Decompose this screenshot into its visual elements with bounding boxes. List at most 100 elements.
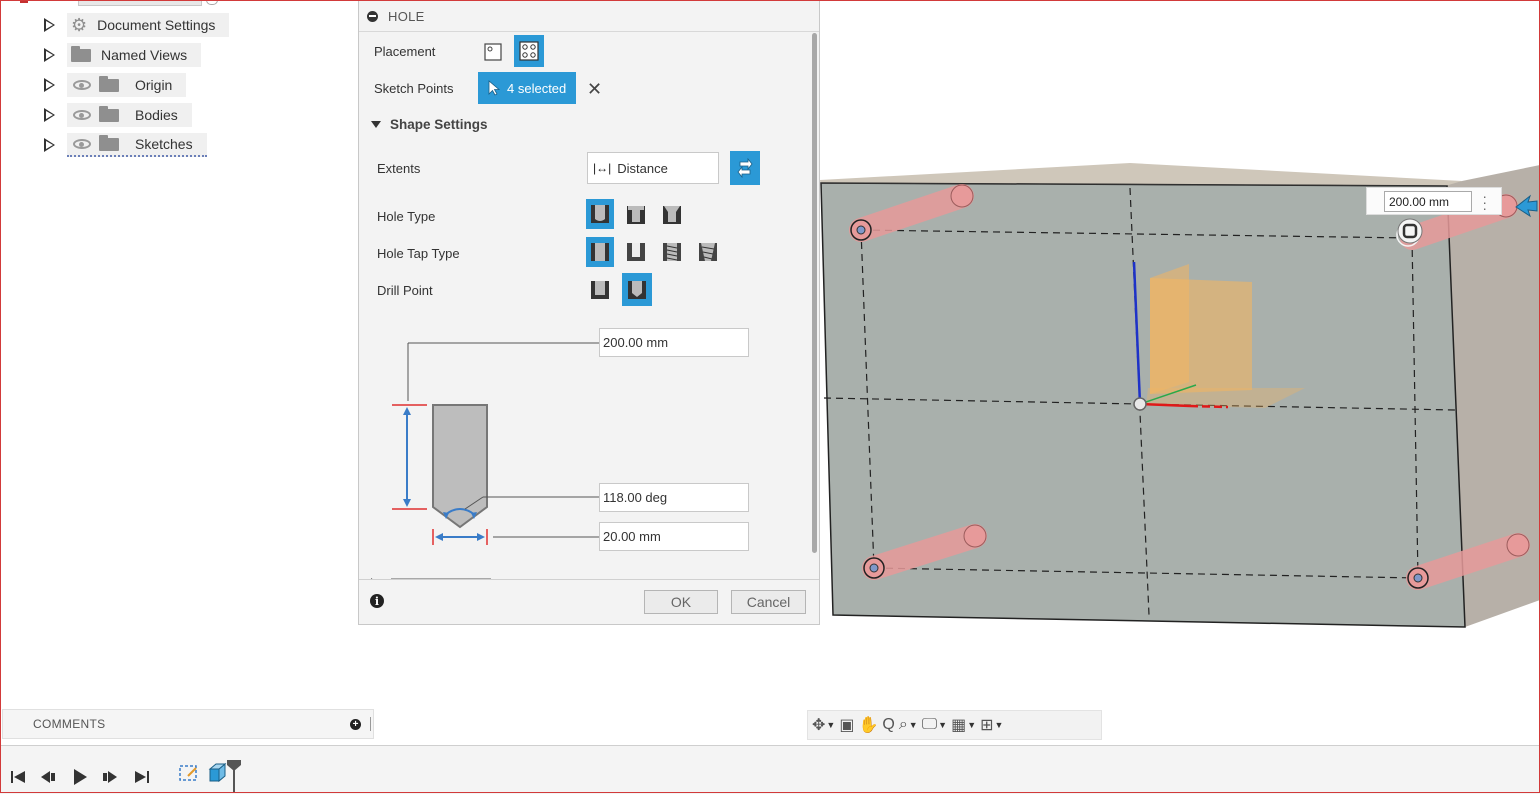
orbit-icon[interactable]: ✥ ▼: [812, 712, 835, 738]
viewports-icon[interactable]: ⊞ ▼: [980, 712, 1003, 738]
single-point-icon: [484, 43, 502, 61]
drill-point-angle-button[interactable]: [622, 273, 652, 306]
countersink-icon: [663, 206, 681, 224]
panel-divider: [370, 717, 371, 731]
extents-label: Extents: [377, 161, 421, 176]
dimension-input[interactable]: 200.00 mm: [1384, 191, 1472, 212]
tree-item-origin[interactable]: Origin: [44, 73, 187, 97]
clear-selection-icon[interactable]: ✕: [587, 79, 602, 100]
diameter-input[interactable]: 20.00 mm: [599, 522, 749, 551]
hole-type-countersink-button[interactable]: [658, 200, 686, 230]
simple-tap-icon: [591, 243, 609, 261]
tree-item-label: Bodies: [135, 107, 178, 123]
dialog-footer: i OK Cancel: [359, 579, 819, 624]
collapse-triangle-icon[interactable]: [371, 121, 381, 128]
folder-icon: [99, 105, 119, 122]
folder-icon: [99, 75, 119, 92]
folder-icon: [99, 134, 119, 151]
shape-settings-section[interactable]: Shape Settings: [371, 117, 488, 132]
shape-settings-label: Shape Settings: [390, 117, 488, 132]
clearance-icon: [627, 243, 645, 261]
angled-drill-point-icon: [628, 280, 646, 299]
tree-item-bodies[interactable]: Bodies: [44, 103, 192, 127]
root-node-edge: [78, 0, 202, 6]
expand-icon[interactable]: [44, 18, 55, 32]
eye-icon[interactable]: [73, 80, 91, 90]
dialog-title: HOLE: [388, 8, 425, 24]
cursor-arrow-icon: [488, 80, 501, 96]
hole-tap-type-label: Hole Tap Type: [377, 246, 460, 261]
flip-direction-button[interactable]: [730, 151, 760, 185]
multiple-points-icon: [519, 41, 539, 61]
browser-tree: ⚙ Document Settings Named Views Origin Bo…: [0, 0, 360, 200]
tap-type-clearance-button[interactable]: [622, 237, 650, 267]
tip-angle-input[interactable]: 118.00 deg: [599, 483, 749, 512]
pan-icon[interactable]: ✋: [858, 712, 878, 738]
rotate-handle-icon[interactable]: [1397, 218, 1423, 244]
display-settings-icon[interactable]: 🖵 ▼: [922, 712, 947, 738]
expand-icon[interactable]: [44, 78, 55, 92]
step-back-icon[interactable]: [40, 769, 56, 785]
gear-icon: ⚙: [71, 15, 88, 35]
hole-type-counterbore-button[interactable]: [622, 200, 650, 230]
depth-input[interactable]: 200.00 mm: [599, 328, 749, 357]
root-node-radio-icon[interactable]: [206, 0, 218, 5]
look-at-icon[interactable]: ▣: [839, 712, 854, 738]
step-forward-icon[interactable]: [102, 769, 118, 785]
navigation-toolbar: ✥ ▼ ▣ ✋ Q ⌕ ▼ 🖵 ▼ ▦ ▼ ⊞ ▼: [807, 710, 1102, 740]
expand-icon[interactable]: [44, 48, 55, 62]
add-comment-icon[interactable]: +: [350, 719, 361, 730]
grid-settings-icon[interactable]: ▦ ▼: [951, 712, 976, 738]
extents-value: Distance: [617, 160, 668, 176]
info-icon[interactable]: i: [370, 594, 384, 608]
dimension-tag[interactable]: 200.00 mm · · ·: [1366, 187, 1502, 215]
cancel-button[interactable]: Cancel: [731, 590, 806, 614]
tree-item-named-views[interactable]: Named Views: [44, 43, 202, 67]
go-to-end-icon[interactable]: [134, 769, 150, 785]
zoom-icon[interactable]: Q: [882, 712, 894, 738]
tree-item-label: Named Views: [101, 47, 188, 63]
taper-tapped-icon: [699, 243, 717, 261]
tap-type-tapped-button[interactable]: [658, 237, 686, 267]
flip-icon: [737, 158, 753, 178]
eye-icon[interactable]: [73, 110, 91, 120]
dialog-header[interactable]: HOLE: [359, 1, 819, 32]
placement-single-button[interactable]: [479, 37, 507, 67]
tree-item-label: Document Settings: [97, 17, 216, 33]
placement-multiple-button[interactable]: [514, 35, 544, 67]
flat-drill-point-icon: [591, 281, 609, 299]
sketch-feature-icon[interactable]: [178, 765, 200, 782]
counterbore-icon: [627, 206, 645, 224]
more-vertical-icon[interactable]: · · ·: [1482, 189, 1487, 215]
play-icon[interactable]: [72, 769, 88, 785]
tree-item-label: Sketches: [135, 136, 193, 152]
go-to-start-icon[interactable]: [10, 769, 26, 785]
hole-type-label: Hole Type: [377, 209, 436, 224]
extents-dropdown[interactable]: |↔| Distance: [587, 152, 719, 184]
distance-icon: |↔|: [593, 161, 612, 175]
expand-icon[interactable]: [44, 108, 55, 122]
timeline-marker[interactable]: [226, 759, 242, 793]
panel-scrollbar[interactable]: [812, 33, 817, 553]
comments-label: COMMENTS: [33, 717, 106, 731]
tree-item-sketches[interactable]: Sketches: [44, 133, 207, 157]
tap-type-simple-button[interactable]: [586, 237, 614, 267]
expand-icon[interactable]: [44, 138, 55, 152]
sketch-points-selection[interactable]: 4 selected: [478, 72, 576, 104]
placement-label: Placement: [374, 44, 436, 59]
timeline-bar: [0, 745, 1540, 794]
drill-point-label: Drill Point: [377, 283, 433, 298]
hole-type-simple-button[interactable]: [586, 199, 614, 229]
tree-item-label: Origin: [135, 77, 173, 93]
drill-point-flat-button[interactable]: [586, 275, 614, 305]
fit-icon[interactable]: ⌕ ▼: [899, 712, 918, 738]
eye-icon[interactable]: [73, 139, 91, 149]
tree-item-document-settings[interactable]: ⚙ Document Settings: [44, 13, 230, 37]
tap-type-taper-button[interactable]: [694, 237, 722, 267]
simple-hole-icon: [591, 205, 609, 223]
comments-panel[interactable]: COMMENTS +: [2, 709, 374, 739]
collapse-icon[interactable]: [367, 10, 378, 22]
ok-button[interactable]: OK: [644, 590, 718, 614]
tapped-icon: [663, 243, 681, 261]
collapse-marker: [20, 0, 28, 3]
